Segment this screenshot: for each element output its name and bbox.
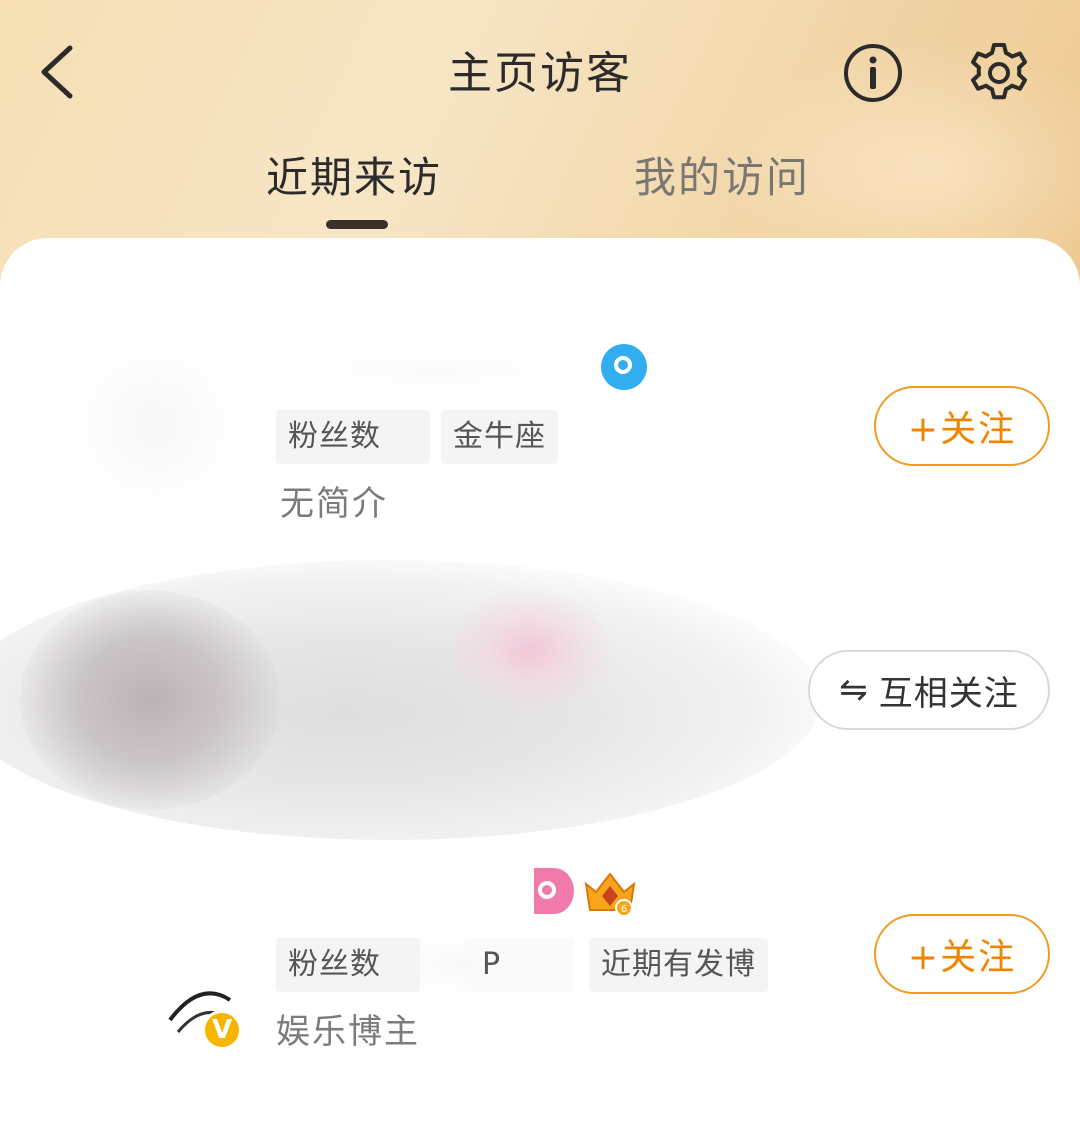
tab-recent-visitors[interactable]: 近期来访 (266, 148, 442, 208)
crown-level-icon: 6 (584, 872, 636, 917)
follow-button[interactable]: +关注 (874, 386, 1050, 466)
follow-button[interactable]: +关注 (874, 914, 1050, 994)
bio-text: 无简介 (280, 484, 388, 524)
active-tab-indicator (326, 220, 388, 229)
mutual-follow-label: 互相关注 (878, 673, 1019, 714)
svg-text:6: 6 (621, 904, 627, 915)
avatar[interactable] (20, 590, 280, 810)
gear-icon[interactable] (966, 40, 1032, 106)
avatar[interactable] (60, 330, 250, 520)
bio-text: 娱乐博主 (276, 1012, 420, 1052)
mutual-follow-button[interactable]: ⇋ 互相关注 (808, 650, 1050, 730)
fans-count-tag: 粉丝数 (276, 410, 430, 464)
verified-v-icon: V (202, 1010, 242, 1050)
blue-badge-icon (601, 344, 647, 390)
tab-my-visits[interactable]: 我的访问 (634, 148, 810, 208)
vip-tag: P (470, 938, 574, 992)
info-icon[interactable] (842, 42, 904, 104)
zodiac-tag: 金牛座 (441, 410, 558, 464)
pink-badge-icon (534, 868, 574, 914)
recent-post-tag: 近期有发博 (589, 938, 768, 992)
username-redacted (270, 348, 600, 392)
swap-arrows-icon: ⇋ (839, 670, 869, 710)
blurred-badge (450, 590, 610, 710)
page-title: 主页访客 (448, 48, 632, 99)
